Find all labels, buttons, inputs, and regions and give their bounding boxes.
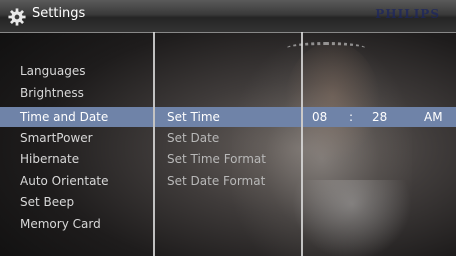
menu-item-auto-orientate[interactable]: Auto Orientate	[0, 171, 153, 191]
minute-field[interactable]: 28	[372, 107, 387, 127]
gear-icon	[8, 8, 26, 26]
submenu-item-set-time-format[interactable]: Set Time Format	[155, 149, 301, 169]
hour-field[interactable]: 08	[312, 107, 327, 127]
menu-item-time-and-date[interactable]: Time and Date	[0, 107, 153, 127]
menu-item-smartpower[interactable]: SmartPower	[0, 128, 153, 148]
menu-item-hibernate[interactable]: Hibernate	[0, 149, 153, 169]
column-divider	[301, 32, 303, 256]
brand-logo: PHILIPS	[375, 7, 440, 21]
menu-item-languages[interactable]: Languages	[0, 61, 153, 81]
menu-item-memory-card[interactable]: Memory Card	[0, 214, 153, 234]
title-bar: Settings PHILIPS	[0, 0, 456, 33]
menu-item-brightness[interactable]: Brightness	[0, 83, 153, 103]
time-value-row: 08 : 28 AM	[303, 107, 456, 127]
background-photo-dress	[292, 180, 412, 256]
menu-item-set-beep[interactable]: Set Beep	[0, 192, 153, 212]
submenu-item-set-time[interactable]: Set Time	[155, 107, 301, 127]
submenu-item-set-date-format[interactable]: Set Date Format	[155, 171, 301, 191]
page-title: Settings	[32, 6, 86, 21]
time-separator: :	[349, 110, 354, 124]
background-photo-tiara	[286, 42, 366, 55]
ampm-field[interactable]: AM	[424, 107, 443, 127]
submenu-item-set-date[interactable]: Set Date	[155, 128, 301, 148]
settings-screen: Settings PHILIPS Languages Brightness Ti…	[0, 0, 456, 256]
